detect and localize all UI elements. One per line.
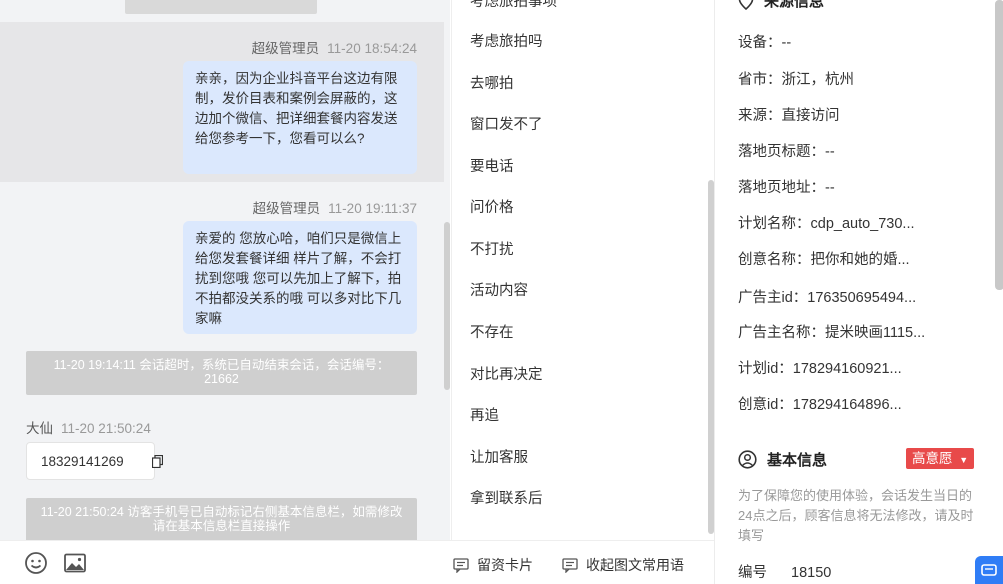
chat-bubble-icon [981,564,997,576]
visitor-info-panel: 来源信息 设备：-- 省市：浙江，杭州 来源：直接访问 落地页标题：-- 落地页… [714,0,1003,584]
info-source: 来源：直接访问 [738,108,840,124]
message-meta: 超级管理员 11-20 18:54:24 [252,37,417,57]
message-icon [562,557,578,573]
quick-reply-item-partial[interactable]: 考虑旅拍事项 [470,0,557,11]
info-advertiser-name: 广告主名称：提米映画1115... [738,325,926,341]
info-landing-title: 落地页标题：-- [738,144,835,160]
quick-reply-item[interactable]: 让加客服 [470,446,528,467]
quick-reply-item[interactable]: 不存在 [470,321,514,342]
card-icon [453,557,469,573]
edit-notice: 为了保障您的使用体验，会话发生当日的24点之后，顾客信息将无法修改，请及时填写 [738,488,974,543]
visitor-phone: 18329141269 [41,454,124,469]
sender-name: 超级管理员 [252,201,321,216]
quick-reply-item[interactable]: 窗口发不了 [470,113,543,134]
chat-panel: 超级管理员 11-20 18:54:24 亲亲，因为企业抖音平台这边有限制，发价目… [0,0,450,540]
basic-info-header: 基本信息 [738,449,827,470]
info-panel-scrollbar[interactable] [995,0,1003,290]
input-toolbar: 留资卡片 收起图文常用语 [0,540,714,584]
chat-scrollbar[interactable] [444,222,450,390]
quick-reply-item[interactable]: 问价格 [470,196,514,217]
info-advertiser-id: 广告主id：176350695494... [738,290,917,306]
copy-icon[interactable] [152,455,163,468]
location-icon [738,0,754,10]
intent-level-value: 高意愿 [912,451,953,466]
message-bubble: 亲爱的 您放心哈，咱们只是微信上给您发套餐详细 样片了解，不会打扰到您哦 您可以… [183,221,417,334]
system-message: 11-20 19:14:11 会话超时，系统已自动结束会话，会话编号：21662 [26,351,417,395]
user-icon [738,450,757,469]
customer-service-workbench: 超级管理员 11-20 18:54:24 亲亲，因为企业抖音平台这边有限制，发价目… [0,0,1003,584]
lead-card-label: 留资卡片 [477,557,533,573]
message-meta: 超级管理员 11-20 19:11:37 [253,197,417,217]
system-message: 11-20 21:50:24 访客手机号已自动标记右侧基本信息栏，如需修改请在基… [26,498,417,540]
customer-id-value: 18150 [791,565,832,581]
message-time: 11-20 18:54:24 [327,41,417,56]
info-device: 设备：-- [738,35,792,51]
message-bubble: 亲亲，因为企业抖音平台这边有限制，发价目表和案例会屏蔽的，这边加个微信、把详细套… [183,61,417,174]
customer-id-row: 编号 18150 [738,561,831,582]
quick-reply-item[interactable]: 考虑旅拍吗 [470,30,543,51]
image-icon[interactable] [63,551,87,575]
floating-chat-button[interactable] [975,556,1003,584]
quick-reply-item[interactable]: 再追 [470,404,499,425]
visitor-name: 大仙 [26,421,53,436]
info-region: 省市：浙江，杭州 [738,72,854,88]
intent-level-select[interactable]: 高意愿 ▼ [906,448,975,469]
message-time: 11-20 19:11:37 [328,201,417,216]
info-plan-name: 计划名称：cdp_auto_730... [738,216,915,232]
visitor-time: 11-20 21:50:24 [61,421,151,436]
customer-id-label: 编号 [738,565,767,581]
quick-reply-item[interactable]: 去哪拍 [470,72,514,93]
visitor-phone-bubble: 18329141269 [26,442,163,480]
visitor-meta: 大仙 11-20 21:50:24 [26,417,151,437]
info-creative-name: 创意名称：把你和她的婚... [738,252,910,268]
info-landing-url: 落地页地址：-- [738,180,835,196]
info-creative-id: 创意id：178294164896... [738,397,902,413]
collapse-phrases-button[interactable]: 收起图文常用语 [562,555,684,575]
quick-reply-item[interactable]: 活动内容 [470,279,528,300]
sender-name: 超级管理员 [251,41,320,56]
info-plan-id: 计划id：178294160921... [738,361,902,377]
collapse-phrases-label: 收起图文常用语 [586,557,684,573]
smiley-icon[interactable] [24,551,48,575]
source-info-header-partial: 来源信息 [738,0,824,11]
caret-down-icon: ▼ [959,455,969,465]
quick-reply-item[interactable]: 对比再决定 [470,363,543,384]
quick-reply-item[interactable]: 要电话 [470,155,514,176]
quick-reply-list: 考虑旅拍事项 考虑旅拍吗 去哪拍 窗口发不了 要电话 问价格 不打扰 活动内容 … [451,0,714,540]
quick-reply-item[interactable]: 不打扰 [470,238,514,259]
quick-reply-item[interactable]: 拿到联系后 [470,487,543,508]
basic-info-title: 基本信息 [767,452,828,469]
system-message-partial [125,0,317,14]
lead-card-button[interactable]: 留资卡片 [453,555,533,575]
